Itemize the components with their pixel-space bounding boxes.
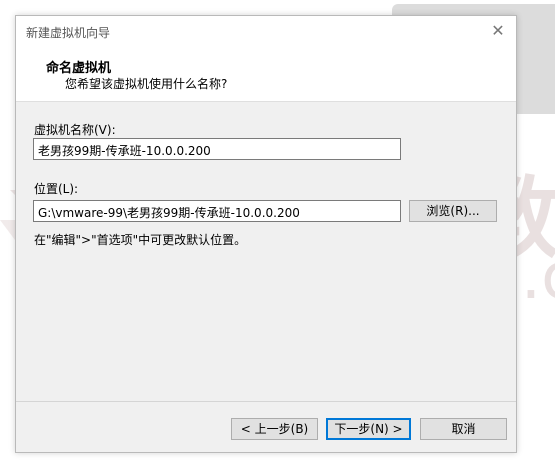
close-icon[interactable]: ✕ (488, 21, 508, 41)
page-subtitle: 您希望该虚拟机使用什么名称? (65, 77, 228, 91)
title-bar[interactable]: 新建虚拟机向导 ✕ (16, 16, 516, 46)
cancel-button[interactable]: 取消 (420, 418, 507, 440)
page-title: 命名虚拟机 (46, 61, 112, 76)
window-title: 新建虚拟机向导 (26, 26, 111, 40)
location-label: 位置(L): (34, 182, 79, 196)
wizard-header: 命名虚拟机 您希望该虚拟机使用什么名称? (16, 46, 516, 102)
next-button[interactable]: 下一步(N) > (326, 418, 411, 440)
back-button[interactable]: < 上一步(B) (231, 418, 318, 440)
new-vm-wizard-dialog: 新建虚拟机向导 ✕ 命名虚拟机 您希望该虚拟机使用什么名称? 虚拟机名称(V):… (15, 15, 517, 453)
vm-name-label: 虚拟机名称(V): (34, 123, 116, 137)
location-hint: 在"编辑">"首选项"中可更改默认位置。 (34, 233, 247, 247)
vm-name-input[interactable]: 老男孩99期-传承班-10.0.0.200 (33, 138, 401, 160)
footer-divider (16, 401, 516, 402)
browse-button[interactable]: 浏览(R)... (409, 200, 497, 222)
location-input[interactable]: G:\vmware-99\老男孩99期-传承班-10.0.0.200 (33, 200, 401, 222)
